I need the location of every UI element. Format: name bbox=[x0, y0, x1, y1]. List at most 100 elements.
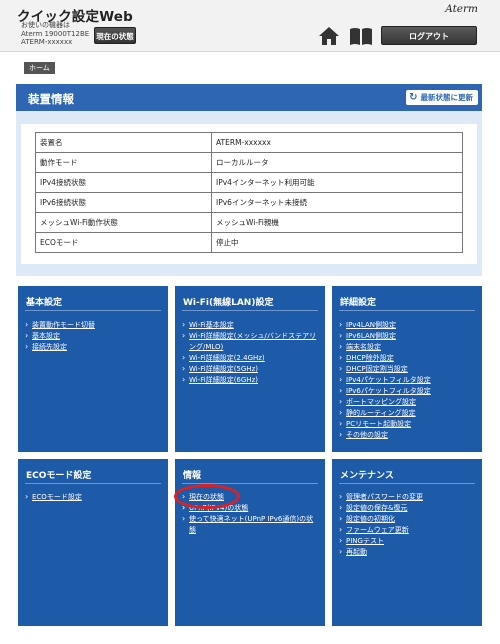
list-item: ファームウェア更新 bbox=[339, 525, 475, 536]
link-factory-reset[interactable]: 設定値の初期化 bbox=[346, 515, 395, 523]
link-ipv6-lan[interactable]: IPv6LAN側設定 bbox=[346, 332, 396, 340]
device-info-line: Aterm 19000T12BE bbox=[21, 29, 90, 38]
card-title: 情報 bbox=[183, 471, 202, 481]
advanced-settings-list: IPv4LAN側設定 IPv6LAN側設定 端末名設定 DHCP除外設定 DHC… bbox=[339, 320, 475, 441]
link-operation-mode[interactable]: 装置動作モード切替 bbox=[32, 321, 95, 329]
divider bbox=[25, 483, 161, 484]
link-wifi-detail-6ghz[interactable]: Wi-Fi詳細設定(6GHz) bbox=[189, 376, 258, 384]
header-bar: クイック設定Web お使いの機器は Aterm 19000T12BE ATERM… bbox=[0, 0, 500, 52]
list-item: IPv4LAN側設定 bbox=[339, 320, 475, 331]
breadcrumb-home[interactable]: ホーム bbox=[24, 62, 55, 74]
book-icon[interactable] bbox=[349, 27, 373, 46]
table-row: 装置名 ATERM-xxxxxx bbox=[35, 132, 463, 153]
link-ipv4-lan[interactable]: IPv4LAN側設定 bbox=[346, 321, 396, 329]
row-label: メッシュWi-Fi動作状態 bbox=[35, 212, 212, 233]
list-item: IPv6LAN側設定 bbox=[339, 331, 475, 342]
row-value: メッシュWi-Fi親機 bbox=[211, 212, 463, 233]
list-item: Wi-Fi詳細設定(2.4GHz) bbox=[182, 353, 318, 364]
table-row: ECOモード 停止中 bbox=[35, 232, 463, 253]
row-value: IPv6インターネット未接続 bbox=[211, 192, 463, 213]
link-eco-mode[interactable]: ECOモード設定 bbox=[32, 493, 82, 501]
link-wifi-basic[interactable]: Wi-Fi基本設定 bbox=[189, 321, 234, 329]
link-port-mapping[interactable]: ポートマッピング設定 bbox=[346, 398, 416, 406]
eco-settings-list: ECOモード設定 bbox=[25, 492, 161, 503]
link-admin-password[interactable]: 管理者パスワードの変更 bbox=[346, 493, 423, 501]
link-ipv4-filter[interactable]: IPv4パケットフィルタ設定 bbox=[346, 376, 431, 384]
list-item: DHCP除外設定 bbox=[339, 353, 475, 364]
maintenance-list: 管理者パスワードの変更 設定値の保存&復元 設定値の初期化 ファームウェア更新 … bbox=[339, 492, 475, 558]
row-value: 停止中 bbox=[211, 232, 463, 253]
device-info-panel: 装置情報 ↻ 最新状態に更新 装置名 ATERM-xxxxxx 動作モード ロー… bbox=[16, 84, 482, 276]
list-item: その他の設定 bbox=[339, 430, 475, 441]
link-upnp-ipv6-status[interactable]: 使って快適ネット(UPnP IPv6通信)の状態 bbox=[189, 515, 313, 534]
wifi-settings-list: Wi-Fi基本設定 Wi-Fi詳細設定(メッシュ/バンドステアリング/MLO) … bbox=[182, 320, 318, 386]
link-firmware-update[interactable]: ファームウェア更新 bbox=[346, 526, 409, 534]
row-label: IPv4接続状態 bbox=[35, 172, 212, 193]
refresh-button[interactable]: ↻ 最新状態に更新 bbox=[406, 90, 478, 105]
link-device-name[interactable]: 端末名設定 bbox=[346, 343, 381, 351]
wifi-settings-card: Wi-Fi(無線LAN)設定 Wi-Fi基本設定 Wi-Fi詳細設定(メッシュ/… bbox=[175, 286, 325, 452]
link-ping-test[interactable]: PINGテスト bbox=[346, 537, 384, 545]
link-dhcp-fixed[interactable]: DHCP固定割当設定 bbox=[346, 365, 408, 373]
device-info-line: お使いの機器は bbox=[21, 21, 70, 29]
list-item: 管理者パスワードの変更 bbox=[339, 492, 475, 503]
list-item: 再起動 bbox=[339, 547, 475, 558]
highlight-circle bbox=[174, 484, 240, 509]
divider bbox=[339, 483, 475, 484]
link-dhcp-exclude[interactable]: DHCP除外設定 bbox=[346, 354, 394, 362]
eco-settings-card: ECOモード設定 ECOモード設定 bbox=[18, 459, 168, 626]
list-item: PINGテスト bbox=[339, 536, 475, 547]
link-wifi-detail-mesh[interactable]: Wi-Fi詳細設定(メッシュ/バンドステアリング/MLO) bbox=[189, 332, 316, 351]
link-backup-restore[interactable]: 設定値の保存&復元 bbox=[346, 504, 407, 512]
brand-logo: Aterm bbox=[445, 3, 478, 15]
list-item: 端末名設定 bbox=[339, 342, 475, 353]
panel-title: 装置情報 bbox=[28, 92, 74, 106]
table-row: IPv4接続状態 IPv4インターネット利用可能 bbox=[35, 172, 463, 193]
row-label: 動作モード bbox=[35, 152, 212, 173]
divider bbox=[25, 310, 161, 311]
list-item: 基本設定 bbox=[25, 331, 161, 342]
link-wifi-detail-24ghz[interactable]: Wi-Fi詳細設定(2.4GHz) bbox=[189, 354, 265, 362]
list-item: DHCP固定割当設定 bbox=[339, 364, 475, 375]
home-icon[interactable] bbox=[318, 26, 340, 46]
link-wifi-detail-5ghz[interactable]: Wi-Fi詳細設定(5GHz) bbox=[189, 365, 258, 373]
row-value: ローカルルータ bbox=[211, 152, 463, 173]
list-item: 接続先設定 bbox=[25, 342, 161, 353]
list-item: 設定値の初期化 bbox=[339, 514, 475, 525]
row-label: 装置名 bbox=[35, 132, 212, 153]
row-label: IPv6接続状態 bbox=[35, 192, 212, 213]
table-row: 動作モード ローカルルータ bbox=[35, 152, 463, 173]
advanced-settings-card: 詳細設定 IPv4LAN側設定 IPv6LAN側設定 端末名設定 DHCP除外設… bbox=[332, 286, 482, 452]
table-row: IPv6接続状態 IPv6インターネット未接続 bbox=[35, 192, 463, 213]
logout-button[interactable]: ログアウト bbox=[381, 26, 477, 45]
link-other-settings[interactable]: その他の設定 bbox=[346, 431, 388, 439]
card-title: 基本設定 bbox=[26, 298, 63, 308]
list-item: 設定値の保存&復元 bbox=[339, 503, 475, 514]
basic-settings-list: 装置動作モード切替 基本設定 接続先設定 bbox=[25, 320, 161, 353]
divider bbox=[339, 310, 475, 311]
maintenance-card: メンテナンス 管理者パスワードの変更 設定値の保存&復元 設定値の初期化 ファー… bbox=[332, 459, 482, 626]
current-status-button[interactable]: 現在の状態 bbox=[94, 27, 136, 44]
refresh-icon: ↻ bbox=[409, 92, 418, 103]
link-ipv6-filter[interactable]: IPv6パケットフィルタ設定 bbox=[346, 387, 431, 395]
list-item: Wi-Fi詳細設定(5GHz) bbox=[182, 364, 318, 375]
basic-settings-card: 基本設定 装置動作モード切替 基本設定 接続先設定 bbox=[18, 286, 168, 452]
link-connection-settings[interactable]: 接続先設定 bbox=[32, 343, 67, 351]
card-title: Wi-Fi(無線LAN)設定 bbox=[183, 298, 274, 308]
device-info-line: ATERM-xxxxxx bbox=[21, 38, 73, 46]
link-pc-remote-wake[interactable]: PCリモート起動設定 bbox=[346, 420, 411, 428]
card-title: メンテナンス bbox=[340, 471, 394, 481]
link-reboot[interactable]: 再起動 bbox=[346, 548, 367, 556]
row-label: ECOモード bbox=[35, 232, 212, 253]
list-item: ポートマッピング設定 bbox=[339, 397, 475, 408]
divider bbox=[182, 310, 318, 311]
link-basic-settings[interactable]: 基本設定 bbox=[32, 332, 60, 340]
card-title: 詳細設定 bbox=[340, 298, 377, 308]
device-info-card: 装置名 ATERM-xxxxxx 動作モード ローカルルータ IPv4接続状態 … bbox=[21, 124, 477, 264]
list-item: Wi-Fi基本設定 bbox=[182, 320, 318, 331]
list-item: PCリモート起動設定 bbox=[339, 419, 475, 430]
device-info: お使いの機器は Aterm 19000T12BE ATERM-xxxxxx bbox=[21, 21, 89, 47]
link-static-routing[interactable]: 静的ルーティング設定 bbox=[346, 409, 416, 417]
refresh-button-label: 最新状態に更新 bbox=[420, 93, 474, 102]
list-item: IPv6パケットフィルタ設定 bbox=[339, 386, 475, 397]
